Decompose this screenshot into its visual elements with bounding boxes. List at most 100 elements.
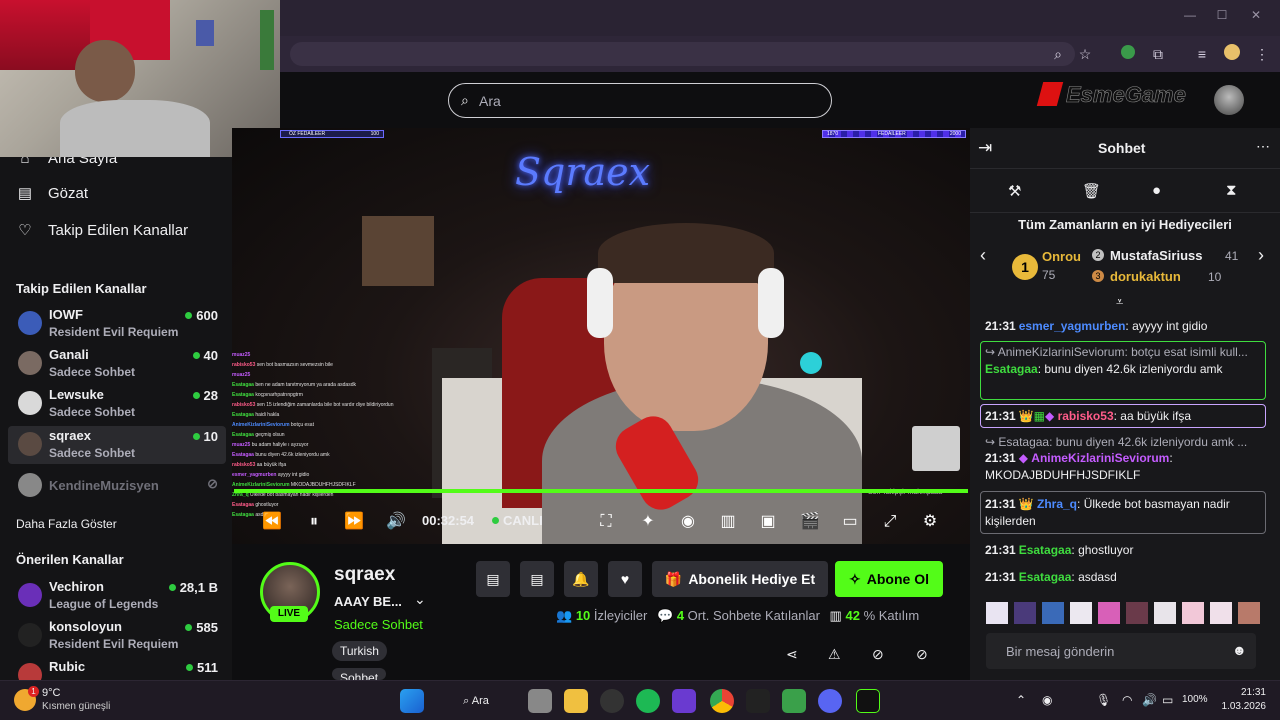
followed-channel[interactable]: Lewsuke Sadece Sohbet 28: [8, 385, 226, 423]
chat-bubble-icon[interactable]: ●: [1152, 182, 1161, 199]
schedule-button[interactable]: ▤: [520, 561, 554, 597]
chevron-down-icon[interactable]: ⌄: [414, 591, 426, 608]
stream-category[interactable]: Sadece Sohbet: [334, 617, 423, 632]
nav-following[interactable]: ♡ Takip Edilen Kanallar: [16, 217, 188, 243]
discord-icon[interactable]: [818, 689, 842, 713]
user-avatar[interactable]: [1214, 85, 1244, 115]
hourglass-icon[interactable]: ⧗: [1226, 182, 1237, 199]
leader-name[interactable]: Onrou: [1042, 249, 1081, 264]
spotify-icon[interactable]: [636, 689, 660, 713]
chevron-up-icon[interactable]: ⌃: [1016, 693, 1026, 707]
leader-name[interactable]: dorukaktun: [1110, 269, 1181, 284]
minecraft-icon[interactable]: [782, 689, 806, 713]
avatar[interactable]: [1126, 602, 1148, 624]
wifi-icon[interactable]: ◠: [1122, 693, 1132, 707]
clock-time[interactable]: 21:31: [1236, 687, 1266, 698]
avatar[interactable]: [1014, 602, 1036, 624]
nav-browse[interactable]: ▤ Gözat: [16, 180, 88, 206]
avatar[interactable]: [1070, 602, 1092, 624]
avatar[interactable]: [1238, 602, 1260, 624]
pip-icon[interactable]: ▣: [756, 510, 780, 534]
followed-channel[interactable]: IOWF Resident Evil Requiem 600: [8, 305, 226, 343]
tag-chip[interactable]: Turkish: [332, 641, 387, 661]
bookmark-star-icon[interactable]: ☆: [1075, 44, 1095, 64]
leader-name[interactable]: MustafaSiriuss: [1110, 248, 1202, 263]
stats-icon[interactable]: ▥: [716, 510, 740, 534]
pause-icon[interactable]: ⏸: [302, 510, 326, 534]
message-user[interactable]: Zhra_q: [1037, 497, 1077, 511]
avatar[interactable]: [1042, 602, 1064, 624]
followed-channel-selected[interactable]: sqraex Sadece Sohbet 10: [8, 426, 226, 464]
media-control-icon[interactable]: ≡: [1192, 44, 1212, 64]
message-user[interactable]: AnimeKizlariniSeviorum: [1031, 451, 1169, 465]
followed-channel[interactable]: Ganali Sadece Sohbet 40: [8, 345, 226, 383]
avatar[interactable]: [1182, 602, 1204, 624]
fullscreen-icon[interactable]: ⤢: [878, 510, 902, 534]
suggested-channel[interactable]: konsoloyun Resident Evil Requiem 585: [8, 617, 226, 655]
avatar[interactable]: [1098, 602, 1120, 624]
browser-menu-icon[interactable]: ⋮: [1252, 44, 1272, 64]
steam-icon[interactable]: ◉: [1042, 693, 1052, 707]
progress-bar[interactable]: [234, 489, 968, 493]
volume-icon[interactable]: 🔊: [1142, 693, 1157, 707]
report-icon[interactable]: ⚠: [828, 646, 841, 663]
file-explorer-icon[interactable]: [564, 689, 588, 713]
follow-button[interactable]: ♥: [608, 561, 642, 597]
maximize-button[interactable]: ☐: [1212, 8, 1232, 26]
chevron-right-icon[interactable]: ›: [1258, 245, 1264, 266]
suggested-channel[interactable]: Vechiron League of Legends 28,1 B: [8, 577, 226, 615]
message-user[interactable]: rabisko53: [1058, 409, 1114, 423]
kick-app-icon[interactable]: [856, 689, 880, 713]
avatar[interactable]: [1154, 602, 1176, 624]
obs-icon[interactable]: [600, 689, 624, 713]
followed-channel-offline[interactable]: KendineMuzisyen ⊘: [8, 467, 226, 505]
taskbar-search[interactable]: ⌕ Ara: [448, 689, 504, 713]
tag-chip[interactable]: Sohbet: [332, 668, 387, 680]
show-more-link[interactable]: Daha Fazla Göster: [16, 517, 117, 531]
site-logo[interactable]: EsmeGame: [1036, 78, 1200, 112]
gift-subscription-button[interactable]: 🎁 Abonelik Hediye Et: [652, 561, 828, 597]
expand-leaderboard-icon[interactable]: ⩡: [1116, 294, 1123, 310]
avatar[interactable]: [986, 602, 1008, 624]
volume-icon[interactable]: 🔊: [384, 510, 408, 534]
clock-date[interactable]: 1.03.2026: [1216, 701, 1267, 712]
sparkle-icon[interactable]: ✦: [636, 510, 660, 534]
pin-icon[interactable]: ⚒: [1008, 182, 1021, 200]
emoji-icon[interactable]: ☻: [1232, 642, 1247, 658]
message-user[interactable]: Esatagaa: [1019, 570, 1072, 584]
subscribe-button[interactable]: ✧ Abone Ol: [835, 561, 943, 597]
clip-icon[interactable]: ⛶: [594, 510, 618, 534]
hide-chat-icon[interactable]: ⊘: [916, 646, 928, 663]
windows-start-icon[interactable]: [400, 689, 424, 713]
chrome-icon[interactable]: [710, 689, 734, 713]
message-user[interactable]: esmer_yagmurben: [1019, 319, 1126, 333]
more-options-icon[interactable]: ⋯: [1256, 138, 1270, 155]
rewind-icon[interactable]: ⏪: [260, 510, 284, 534]
extensions-icon[interactable]: ⧉: [1148, 44, 1168, 64]
task-view-icon[interactable]: [528, 689, 552, 713]
suggested-channel[interactable]: Rubic 511: [8, 657, 226, 680]
channel-name[interactable]: sqraex: [334, 564, 395, 586]
forward-icon[interactable]: ⏩: [342, 510, 366, 534]
zoom-icon[interactable]: ⌕: [1048, 44, 1068, 64]
extension-badge-icon[interactable]: [1118, 44, 1138, 64]
playback-speed-icon[interactable]: ◉: [676, 510, 700, 534]
chat-input[interactable]: Bir mesaj gönderin ☻: [986, 633, 1256, 669]
clips-button[interactable]: ▤: [476, 561, 510, 597]
trash-icon[interactable]: 🗑: [1082, 182, 1101, 200]
app-icon[interactable]: [672, 689, 696, 713]
profile-avatar[interactable]: [1222, 44, 1242, 64]
app-icon[interactable]: [746, 689, 770, 713]
close-window-button[interactable]: ✕: [1246, 8, 1266, 26]
clapper-icon[interactable]: 🎬: [798, 510, 822, 534]
notifications-button[interactable]: 🔔: [564, 561, 598, 597]
search-input[interactable]: ⌕ Ara: [448, 83, 832, 118]
avatar[interactable]: [1210, 602, 1232, 624]
battery-icon[interactable]: ▭: [1162, 693, 1173, 707]
message-user[interactable]: Esatagaa: [985, 362, 1038, 376]
microphone-icon[interactable]: 🎙: [1096, 693, 1111, 707]
collapse-chat-icon[interactable]: ⇥: [978, 138, 992, 158]
address-bar[interactable]: [290, 42, 1075, 66]
share-icon[interactable]: ⋖: [786, 646, 798, 663]
hide-icon[interactable]: ⊘: [872, 646, 884, 663]
